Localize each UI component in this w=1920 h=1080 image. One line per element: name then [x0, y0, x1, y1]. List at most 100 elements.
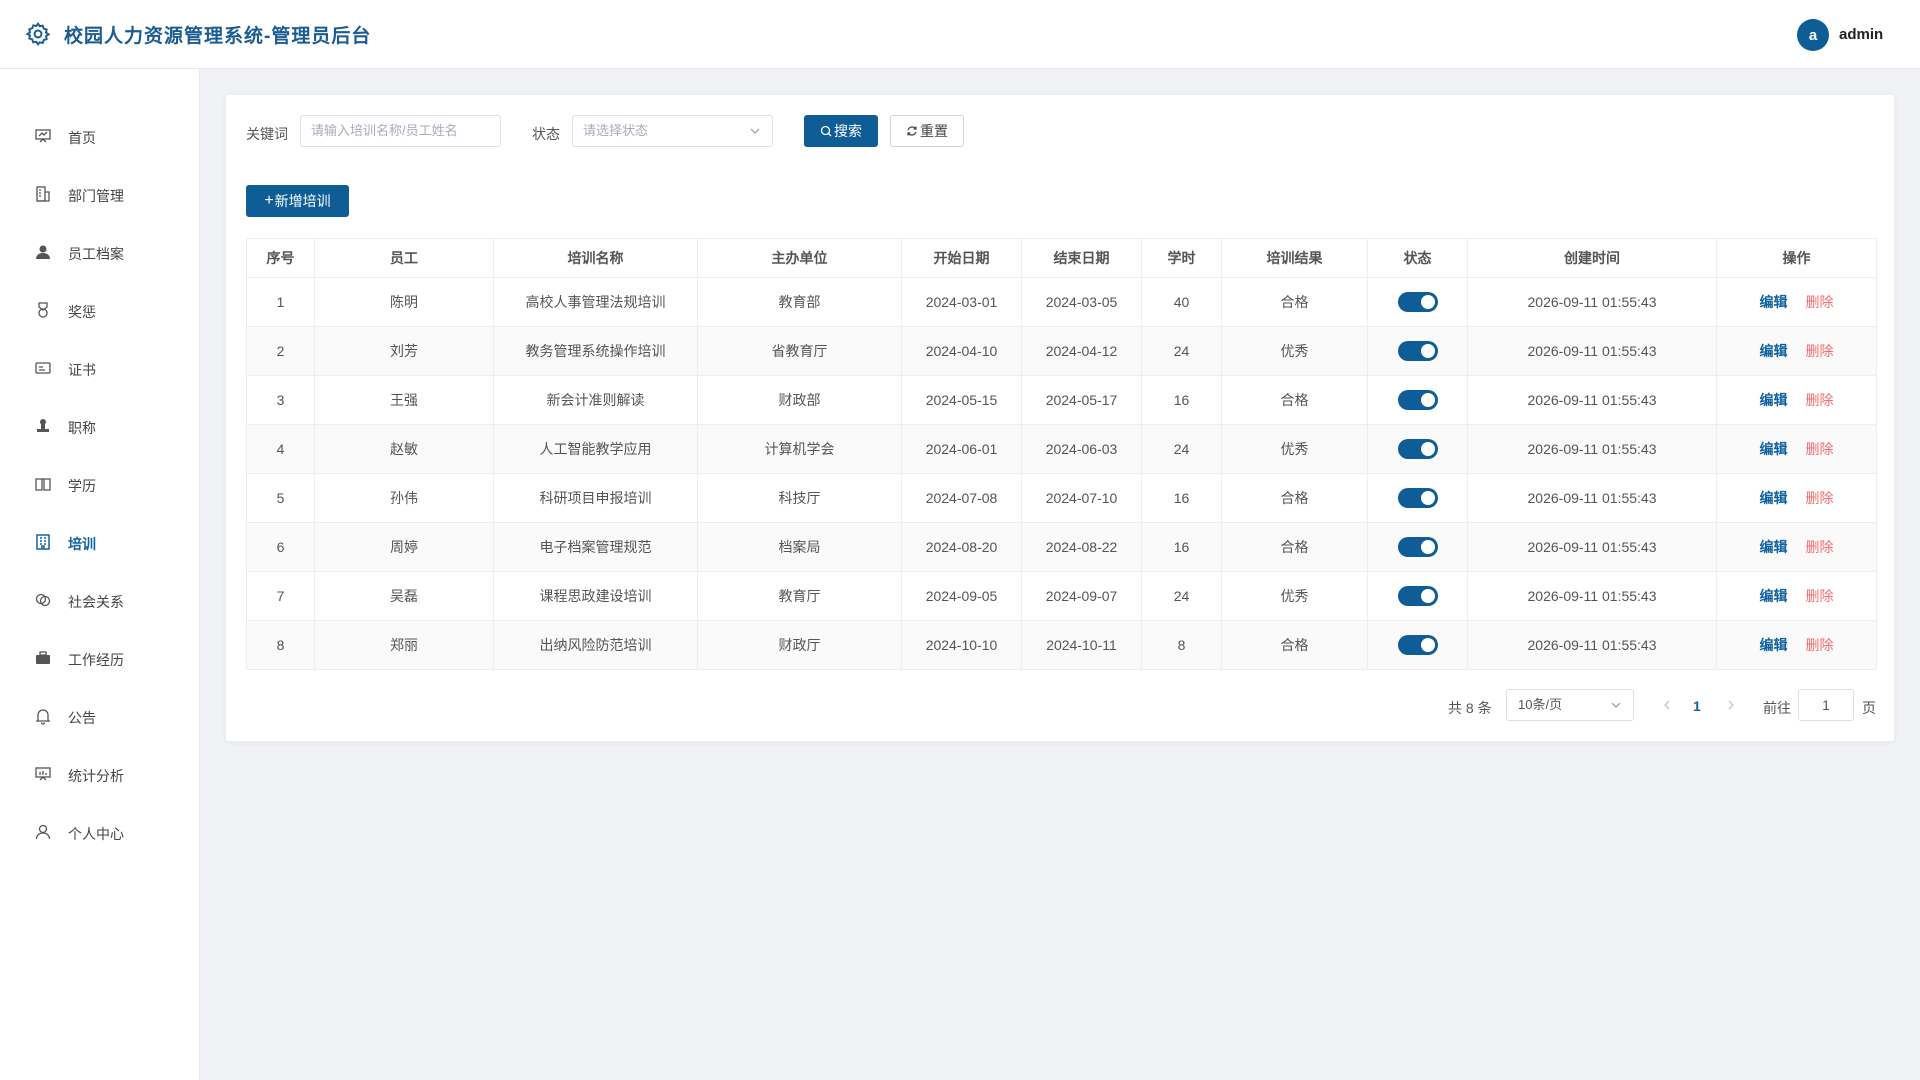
- delete-button[interactable]: 删除: [1806, 588, 1834, 604]
- table-cell-hours: 24: [1141, 571, 1222, 621]
- table-cell-result: 合格: [1221, 620, 1368, 670]
- table-cell-hours: 8: [1141, 620, 1222, 670]
- delete-button[interactable]: 删除: [1806, 539, 1834, 555]
- sidebar-item-title[interactable]: 职称: [0, 406, 199, 446]
- table-row: 7 吴磊 课程思政建设培训 教育厅 2024-09-05 2024-09-07 24 优秀 20…: [246, 571, 1877, 621]
- status-toggle[interactable]: [1397, 292, 1438, 312]
- status-toggle[interactable]: [1397, 341, 1438, 361]
- column-header: 状态: [1367, 238, 1468, 278]
- sidebar-item-notice[interactable]: 公告: [0, 696, 199, 736]
- edit-button[interactable]: 编辑: [1760, 392, 1788, 408]
- status-toggle[interactable]: [1397, 488, 1438, 508]
- table-cell-employee: 陈明: [314, 277, 494, 327]
- table-cell-created: 2026-09-11 01:55:43: [1467, 375, 1717, 425]
- table-row: 1 陈明 高校人事管理法规培训 教育部 2024-03-01 2024-03-05 40 合格…: [246, 277, 1877, 327]
- table-cell-employee: 周婷: [314, 522, 494, 572]
- add-training-button[interactable]: + 新增培训: [246, 185, 349, 217]
- table-cell-org: 财政部: [697, 375, 902, 425]
- table-cell-actions: 编辑 删除: [1716, 277, 1877, 327]
- delete-button[interactable]: 删除: [1806, 637, 1834, 653]
- table-cell-org: 科技厅: [697, 473, 902, 523]
- page-size-select[interactable]: 10条/页: [1506, 689, 1634, 721]
- toggle-knob: [1420, 295, 1435, 309]
- pagination-total: 共 8 条: [1448, 700, 1492, 716]
- table-cell-result: 优秀: [1221, 326, 1368, 376]
- next-page-button[interactable]: [1727, 697, 1735, 713]
- table-cell-no: 8: [246, 620, 315, 670]
- table-cell-end: 2024-04-12: [1021, 326, 1142, 376]
- delete-button[interactable]: 删除: [1806, 490, 1834, 506]
- sidebar-item-label: 个人中心: [68, 826, 124, 842]
- table-cell-name: 科研项目申报培训: [493, 473, 698, 523]
- page-number-button[interactable]: 1: [1693, 698, 1701, 714]
- edit-button[interactable]: 编辑: [1760, 637, 1788, 653]
- table-cell-hours: 16: [1141, 522, 1222, 572]
- table-cell-end: 2024-08-22: [1021, 522, 1142, 572]
- table-cell-end: 2024-05-17: [1021, 375, 1142, 425]
- sidebar-item-home[interactable]: 首页: [0, 116, 199, 156]
- sidebar-item-employee[interactable]: 员工档案: [0, 232, 199, 272]
- sidebar-item-reward[interactable]: 奖惩: [0, 290, 199, 330]
- reset-button[interactable]: 重置: [890, 115, 964, 147]
- table-cell-name: 教务管理系统操作培训: [493, 326, 698, 376]
- username[interactable]: admin: [1839, 26, 1883, 43]
- search-button-label: 搜索: [834, 123, 862, 139]
- table-cell-name: 出纳风险防范培训: [493, 620, 698, 670]
- status-toggle[interactable]: [1397, 635, 1438, 655]
- delete-button[interactable]: 删除: [1806, 392, 1834, 408]
- table-cell-no: 1: [246, 277, 315, 327]
- status-toggle[interactable]: [1397, 390, 1438, 410]
- edit-button[interactable]: 编辑: [1760, 490, 1788, 506]
- status-toggle[interactable]: [1397, 537, 1438, 557]
- table-cell-created: 2026-09-11 01:55:43: [1467, 326, 1717, 376]
- table-cell-start: 2024-04-10: [901, 326, 1022, 376]
- user-icon: [36, 245, 50, 259]
- plus-icon: +: [264, 192, 274, 209]
- sidebar-item-training[interactable]: 培训: [0, 522, 199, 562]
- table-cell-hours: 16: [1141, 375, 1222, 425]
- sidebar-item-relations[interactable]: 社会关系: [0, 580, 199, 620]
- edit-button[interactable]: 编辑: [1760, 539, 1788, 555]
- table-cell-employee: 赵敏: [314, 424, 494, 474]
- column-header: 操作: [1716, 238, 1877, 278]
- table-cell-employee: 吴磊: [314, 571, 494, 621]
- column-header: 开始日期: [901, 238, 1022, 278]
- delete-button[interactable]: 删除: [1806, 294, 1834, 310]
- table-cell-actions: 编辑 删除: [1716, 620, 1877, 670]
- add-training-label: 新增培训: [274, 193, 331, 209]
- table-cell-status: [1367, 326, 1468, 376]
- table-cell-result: 合格: [1221, 522, 1368, 572]
- table-cell-hours: 24: [1141, 326, 1222, 376]
- delete-button[interactable]: 删除: [1806, 441, 1834, 457]
- edit-button[interactable]: 编辑: [1760, 441, 1788, 457]
- status-select[interactable]: 请选择状态: [572, 115, 773, 147]
- search-button[interactable]: 搜索: [804, 115, 878, 147]
- table-cell-status: [1367, 522, 1468, 572]
- sidebar-item-label: 培训: [68, 536, 96, 552]
- sidebar-item-department[interactable]: 部门管理: [0, 174, 199, 214]
- office-building-icon: [36, 534, 50, 550]
- table-cell-employee: 王强: [314, 375, 494, 425]
- edit-button[interactable]: 编辑: [1760, 343, 1788, 359]
- avatar[interactable]: a: [1797, 19, 1829, 51]
- status-toggle[interactable]: [1397, 439, 1438, 459]
- sidebar-item-education[interactable]: 学历: [0, 464, 199, 504]
- sidebar-item-label: 首页: [68, 130, 96, 146]
- sidebar-item-statistics[interactable]: 统计分析: [0, 754, 199, 794]
- edit-button[interactable]: 编辑: [1760, 294, 1788, 310]
- prev-page-button[interactable]: [1663, 697, 1671, 713]
- toggle-knob: [1420, 589, 1435, 603]
- sidebar-item-certificate[interactable]: 证书: [0, 348, 199, 388]
- delete-button[interactable]: 删除: [1806, 343, 1834, 359]
- table-cell-created: 2026-09-11 01:55:43: [1467, 571, 1717, 621]
- goto-page-input[interactable]: 1: [1798, 689, 1854, 721]
- table-cell-end: 2024-06-03: [1021, 424, 1142, 474]
- keyword-input[interactable]: 请输入培训名称/员工姓名: [300, 115, 501, 147]
- sidebar: 首页 部门管理 员工档案 奖惩 证书 职称 学历 培训 社会关系 工作经历 公告: [0, 69, 200, 1080]
- status-toggle[interactable]: [1397, 586, 1438, 606]
- table-cell-start: 2024-07-08: [901, 473, 1022, 523]
- sidebar-item-work-history[interactable]: 工作经历: [0, 638, 199, 678]
- edit-button[interactable]: 编辑: [1760, 588, 1788, 604]
- table-cell-actions: 编辑 删除: [1716, 424, 1877, 474]
- sidebar-item-profile[interactable]: 个人中心: [0, 812, 199, 852]
